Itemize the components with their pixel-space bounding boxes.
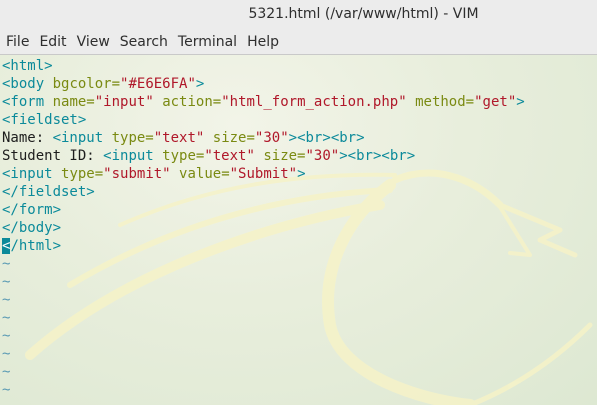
title-bar: 5321.html (/var/www/html) - VIM: [0, 0, 597, 30]
code-tag: <body: [2, 76, 45, 92]
code-tag: <input: [2, 166, 53, 182]
code-tag: <input: [52, 130, 104, 146]
code-tag: >: [86, 184, 95, 200]
empty-line-marker: ~: [2, 382, 11, 398]
code-attribute: type=: [111, 130, 154, 146]
code-string: "input": [94, 94, 154, 110]
code-tag: >: [322, 130, 331, 146]
menu-view[interactable]: View: [71, 34, 114, 50]
code-text: Student ID:: [2, 148, 104, 164]
code-attribute: bgcolor=: [52, 76, 121, 92]
code-tag: >: [288, 130, 298, 146]
code-tag: >: [52, 202, 62, 218]
empty-line-marker: ~: [2, 364, 11, 380]
code-tag: </body: [2, 220, 53, 236]
empty-line-marker: ~: [2, 292, 11, 308]
code-tag: >: [52, 238, 62, 254]
code-string: "30": [305, 148, 340, 164]
menu-edit[interactable]: Edit: [33, 34, 70, 50]
code-tag: >: [44, 58, 53, 74]
menu-search[interactable]: Search: [114, 34, 172, 50]
code-tag: >: [406, 148, 416, 164]
code-string: "submit": [103, 166, 171, 182]
code-line: Name: <input type="text" size="30"><br><…: [2, 129, 525, 147]
code-tag: >: [356, 130, 365, 146]
code-tag: /html: [10, 238, 53, 254]
empty-line-marker: ~: [2, 256, 11, 272]
code-tag: >: [195, 76, 205, 92]
code-attribute: type=: [162, 148, 205, 164]
code-tag: <input: [103, 148, 154, 164]
code-attribute: method=: [415, 94, 475, 110]
empty-line-marker: ~: [2, 310, 11, 326]
code-string: "Submit": [229, 166, 298, 182]
code-tag: <br: [330, 130, 357, 146]
code-attribute: value=: [179, 166, 230, 182]
code-tag: >: [297, 166, 306, 182]
code-line: </fieldset>: [2, 183, 525, 201]
code-string: "get": [474, 94, 517, 110]
code-line: <form name="input" action="html_form_act…: [2, 93, 525, 111]
code-string: "#E6E6FA": [120, 76, 196, 92]
code-tag: </fieldset: [2, 184, 87, 200]
empty-line-marker: ~: [2, 274, 11, 290]
code-text: Name:: [2, 130, 53, 146]
code-tag: <br: [381, 148, 407, 164]
code-line: </form>: [2, 201, 525, 219]
code-tag: >: [339, 148, 348, 164]
code-line: </body>: [2, 219, 525, 237]
code-line: <fieldset>: [2, 111, 525, 129]
code-attribute: size=: [263, 148, 306, 164]
code-tag: >: [516, 94, 525, 110]
code-tag: <br: [347, 148, 373, 164]
code-tag: <form: [2, 94, 45, 110]
empty-line-marker: ~: [2, 328, 11, 344]
code-line: <html>: [2, 57, 525, 75]
code-tag: <br: [297, 130, 323, 146]
menu-terminal[interactable]: Terminal: [172, 34, 241, 50]
code-tag: <fieldset: [2, 112, 78, 128]
code-tag: >: [52, 220, 62, 236]
code-tag: >: [77, 112, 87, 128]
code-attribute: type=: [61, 166, 104, 182]
code-string: "text": [204, 148, 255, 164]
code-line: </html>: [2, 237, 525, 255]
code-lines: <html> <body bgcolor="#E6E6FA"> <form name…: [2, 57, 525, 399]
code-line: <input type="submit" value="Submit">: [2, 165, 525, 183]
empty-line-marker: ~: [2, 346, 11, 362]
menu-file[interactable]: File: [0, 34, 33, 50]
code-tag: <html: [2, 58, 45, 74]
code-tag: </form: [2, 202, 53, 218]
code-attribute: size=: [212, 130, 255, 146]
editor-area[interactable]: <html> <body bgcolor="#E6E6FA"> <form name…: [0, 55, 597, 405]
code-attribute: action=: [162, 94, 222, 110]
code-line: Student ID: <input type="text" size="30"…: [2, 147, 525, 165]
window-title: 5321.html (/var/www/html) - VIM: [248, 6, 479, 22]
code-string: "html_form_action.php": [221, 94, 407, 110]
code-line: <body bgcolor="#E6E6FA">: [2, 75, 525, 93]
code-attribute: name=: [52, 94, 95, 110]
menu-help[interactable]: Help: [241, 34, 283, 50]
code-string: "text": [153, 130, 205, 146]
menu-bar: File Edit View Search Terminal Help: [0, 30, 597, 55]
code-string: "30": [254, 130, 289, 146]
